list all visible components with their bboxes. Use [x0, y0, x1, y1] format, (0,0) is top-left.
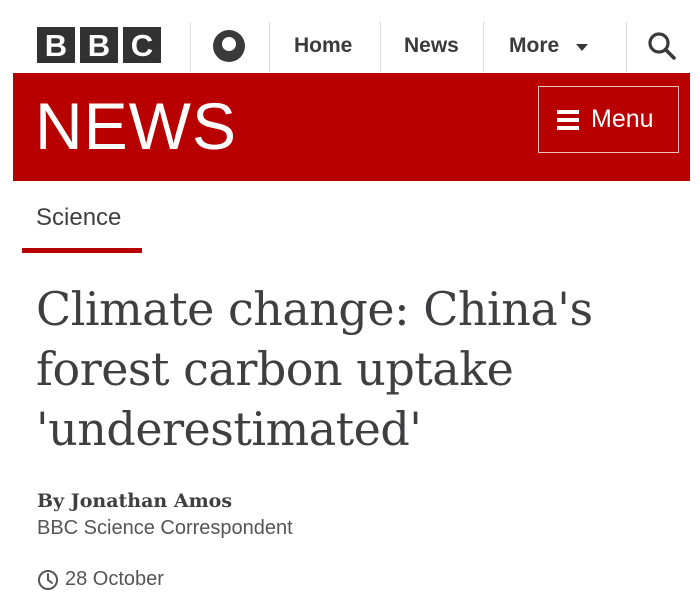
logo-letter-b2: B — [80, 27, 118, 63]
nav-divider — [380, 22, 381, 72]
article-date: 28 October — [65, 568, 164, 590]
section-underline — [22, 248, 142, 253]
logo-letter-b1: B — [37, 27, 75, 63]
section-link-science[interactable]: Science — [36, 204, 121, 232]
account-icon[interactable] — [212, 29, 246, 63]
chevron-down-icon — [576, 43, 589, 51]
nav-more-dropdown[interactable]: More — [509, 34, 589, 58]
nav-more-label: More — [509, 34, 560, 57]
nav-home-link[interactable]: Home — [294, 34, 352, 58]
logo-letter-c: C — [123, 27, 161, 63]
news-wordmark[interactable]: NEWS — [35, 90, 237, 162]
article-headline: Climate change: China's forest carbon up… — [36, 282, 593, 456]
clock-icon — [38, 569, 58, 590]
nav-divider — [190, 22, 191, 72]
search-icon[interactable] — [647, 31, 677, 61]
article-date-row: 28 October — [37, 568, 164, 591]
article-author: By Jonathan Amos — [37, 490, 233, 512]
nav-divider — [269, 22, 270, 72]
nav-divider — [483, 22, 484, 72]
hamburger-icon — [557, 109, 579, 130]
nav-news-link[interactable]: News — [404, 34, 459, 58]
bbc-logo[interactable]: B B C — [37, 27, 161, 63]
menu-label: Menu — [591, 105, 654, 133]
menu-button[interactable]: Menu — [538, 86, 679, 153]
news-banner: NEWS Menu — [13, 73, 690, 181]
nav-divider — [626, 22, 627, 72]
author-role: BBC Science Correspondent — [37, 517, 293, 539]
